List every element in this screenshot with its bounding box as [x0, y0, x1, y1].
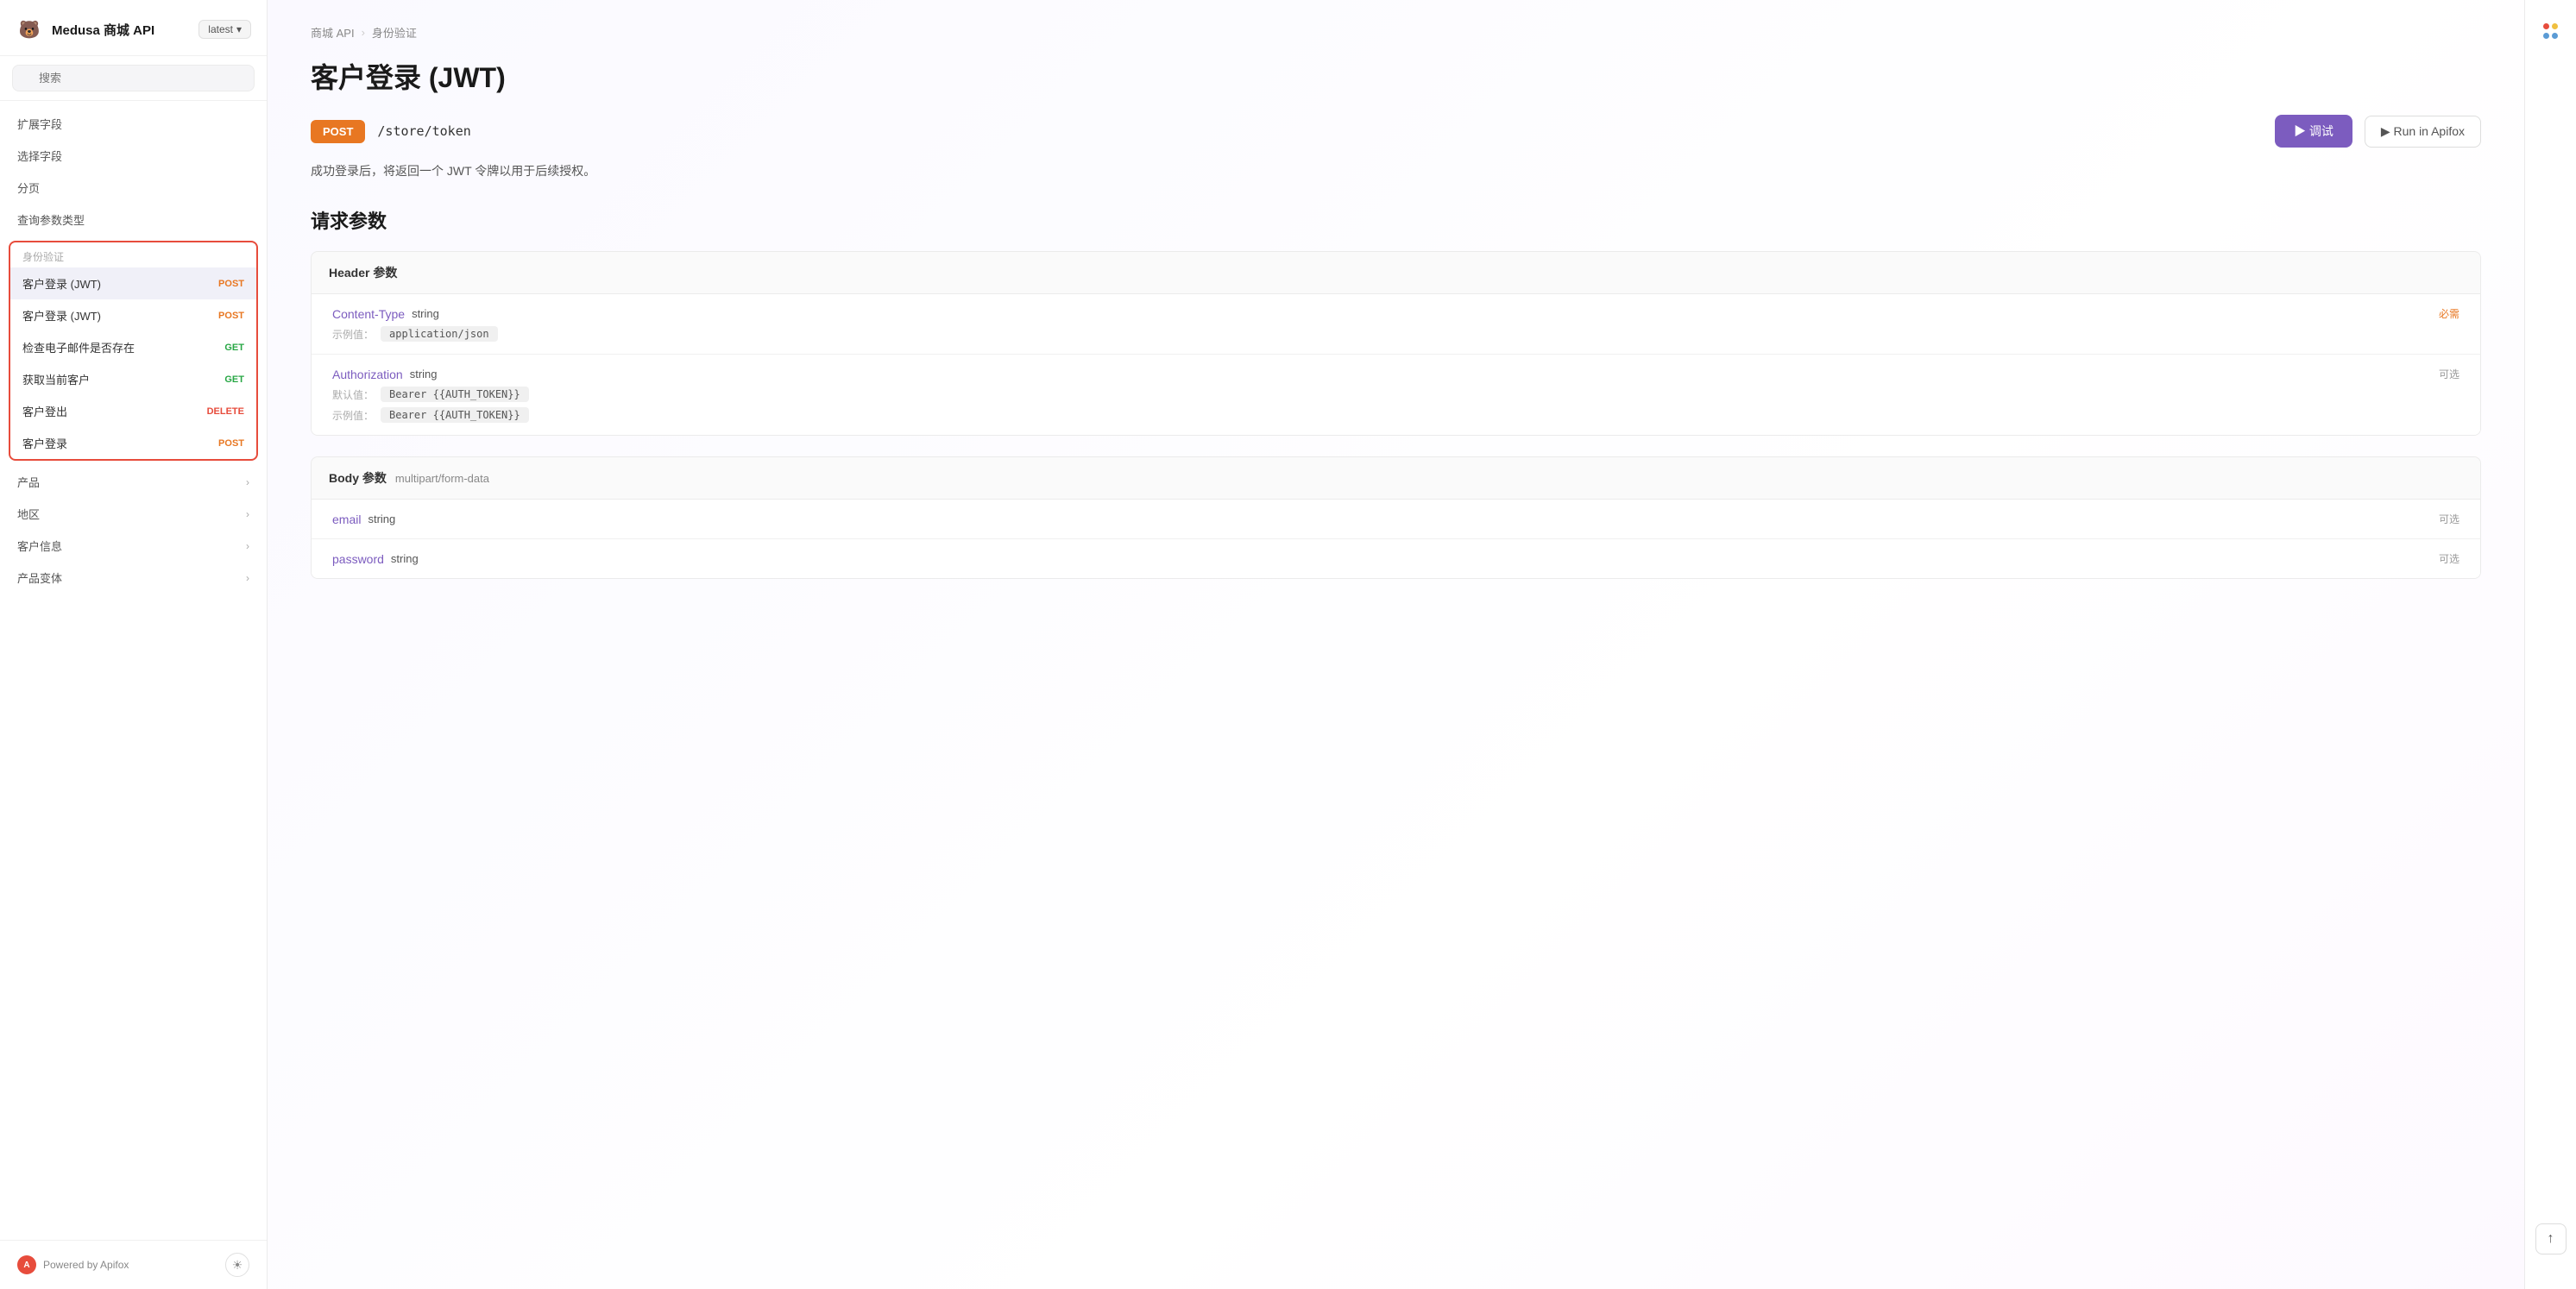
request-params-title: 请求参数: [311, 206, 2481, 234]
apifox-logo: A: [17, 1255, 36, 1274]
param-name-type: Authorization string: [332, 368, 438, 381]
param-name: email: [332, 512, 361, 526]
main-content: 商城 API › 身份验证 客户登录 (JWT) POST /store/tok…: [268, 0, 2524, 1289]
param-detail: 示例值： application/json: [332, 326, 498, 342]
search-input[interactable]: [12, 65, 255, 91]
sidebar-item-logout[interactable]: 客户登出 DELETE: [10, 395, 256, 427]
sidebar-nav: 扩展字段 选择字段 分页 查询参数类型 身份验证 客户登录 (JWT) POST…: [0, 101, 267, 1240]
version-selector[interactable]: latest ▾: [198, 20, 251, 39]
logo-icon: 🐻: [16, 16, 43, 43]
param-authorization: Authorization string 可选 默认值： Bearer {{AU…: [312, 355, 2480, 435]
sidebar-title: Medusa 商城 API: [52, 21, 190, 39]
scroll-to-top-button[interactable]: ↑: [2535, 1223, 2567, 1254]
body-params-group: Body 参数 multipart/form-data email string…: [311, 456, 2481, 579]
body-params-label: Body 参数 multipart/form-data: [311, 456, 2481, 500]
param-detail-default: 默认值： Bearer {{AUTH_TOKEN}}: [332, 387, 529, 402]
search-wrapper: 🔍: [12, 65, 255, 91]
chevron-right-icon: ›: [246, 508, 249, 520]
param-name: password: [332, 552, 384, 566]
chevron-right-icon: ›: [246, 540, 249, 552]
param-top: Content-Type string 必需: [332, 306, 2459, 321]
endpoint-bar: POST /store/token ▶ 调试 ▶ Run in Apifox: [311, 115, 2481, 148]
sidebar-item-regions[interactable]: 地区 ›: [0, 498, 267, 530]
sidebar-footer: A Powered by Apifox ☀: [0, 1240, 267, 1289]
param-required-badge: 必需: [2439, 306, 2459, 321]
chevron-right-icon: ›: [246, 476, 249, 488]
method-badge: POST: [311, 120, 365, 143]
param-detail-example: 示例值： Bearer {{AUTH_TOKEN}}: [332, 407, 529, 423]
auth-section: 身份验证 客户登录 (JWT) POST 客户登录 (JWT) POST 检查电…: [9, 241, 258, 461]
sidebar-item-customer-info[interactable]: 客户信息 ›: [0, 530, 267, 562]
dots-grid-icon[interactable]: [2537, 17, 2565, 45]
search-box: 🔍: [0, 56, 267, 101]
sidebar: 🐻 Medusa 商城 API latest ▾ 🔍 扩展字段 选择字段 分页 …: [0, 0, 268, 1289]
powered-by: A Powered by Apifox: [17, 1255, 129, 1274]
sidebar-item-query-types[interactable]: 查询参数类型: [0, 204, 267, 236]
param-optional-badge: 可选: [2439, 551, 2459, 566]
param-top: Authorization string 可选: [332, 367, 2459, 381]
param-type: string: [368, 512, 395, 525]
sidebar-item-products[interactable]: 产品 ›: [0, 466, 267, 498]
run-in-apifox-button[interactable]: ▶ Run in Apifox: [2365, 116, 2481, 148]
grid-dots: [2543, 23, 2559, 39]
param-type: string: [410, 368, 438, 380]
param-name: Content-Type: [332, 307, 405, 321]
auth-section-label: 身份验证: [10, 242, 256, 267]
description-text: 成功登录后，将返回一个 JWT 令牌以用于后续授权。: [311, 161, 2481, 180]
param-default-value: Bearer {{AUTH_TOKEN}}: [381, 387, 529, 402]
sidebar-item-check-email[interactable]: 检查电子邮件是否存在 GET: [10, 331, 256, 363]
param-password: password string 可选: [312, 539, 2480, 578]
right-panel: ↑: [2524, 0, 2576, 1289]
sidebar-item-product-variants[interactable]: 产品变体 ›: [0, 562, 267, 594]
theme-toggle-button[interactable]: ☀: [225, 1253, 249, 1277]
body-type-label: multipart/form-data: [395, 472, 489, 485]
sidebar-item-select-fields[interactable]: 选择字段: [0, 140, 267, 172]
chevron-right-icon: ›: [246, 572, 249, 584]
body-params-rows: email string 可选 password string 可选: [311, 500, 2481, 579]
sidebar-item-jwt-login-1[interactable]: 客户登录 (JWT) POST: [10, 267, 256, 299]
param-email: email string 可选: [312, 500, 2480, 539]
param-content-type: Content-Type string 必需 示例值： application/…: [312, 294, 2480, 355]
header-params-label: Header 参数: [311, 251, 2481, 294]
endpoint-path: /store/token: [377, 123, 2263, 139]
page-title: 客户登录 (JWT): [311, 56, 2481, 96]
param-example-value: application/json: [381, 326, 498, 342]
sidebar-item-jwt-login-2[interactable]: 客户登录 (JWT) POST: [10, 299, 256, 331]
sidebar-header: 🐻 Medusa 商城 API latest ▾: [0, 0, 267, 56]
sidebar-item-expand-fields[interactable]: 扩展字段: [0, 108, 267, 140]
param-top: email string 可选: [332, 512, 2459, 526]
header-params-group: Header 参数 Content-Type string 必需 示例值： ap…: [311, 251, 2481, 436]
sidebar-item-pagination[interactable]: 分页: [0, 172, 267, 204]
param-top: password string 可选: [332, 551, 2459, 566]
param-name-type: Content-Type string: [332, 307, 439, 321]
param-type: string: [391, 552, 419, 565]
header-params-rows: Content-Type string 必需 示例值： application/…: [311, 294, 2481, 436]
param-name-type: email string: [332, 512, 395, 526]
sidebar-item-get-customer[interactable]: 获取当前客户 GET: [10, 363, 256, 395]
param-name: Authorization: [332, 368, 403, 381]
breadcrumb-separator: ›: [362, 26, 365, 39]
breadcrumb: 商城 API › 身份验证: [311, 24, 2481, 41]
param-name-type: password string: [332, 552, 419, 566]
test-button[interactable]: ▶ 调试: [2275, 115, 2352, 148]
param-type: string: [412, 307, 439, 320]
param-optional-badge: 可选: [2439, 512, 2459, 526]
sidebar-item-login[interactable]: 客户登录 POST: [10, 427, 256, 459]
param-optional-badge: 可选: [2439, 367, 2459, 381]
param-example-value: Bearer {{AUTH_TOKEN}}: [381, 407, 529, 423]
